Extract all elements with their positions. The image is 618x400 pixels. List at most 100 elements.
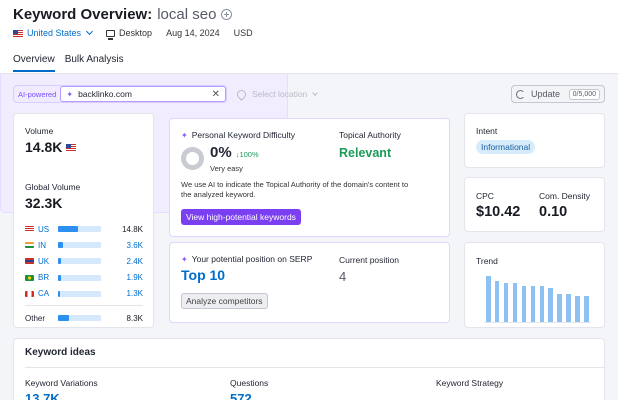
volume-bar-fill: [58, 315, 70, 322]
trend-chart: [484, 275, 591, 323]
date-label: Aug 14, 2024: [166, 28, 220, 38]
trend-bar: [503, 282, 509, 322]
page-title: Keyword Overview:: [13, 6, 153, 23]
country-code[interactable]: CA: [38, 289, 58, 298]
us-flag-icon: [13, 29, 23, 37]
country-code[interactable]: UK: [38, 257, 58, 266]
volume-bar-fill: [58, 290, 60, 297]
uk-flag-icon: [25, 258, 34, 265]
pkd-sublabel: Very easy: [210, 164, 243, 173]
volume-bar-fill: [58, 226, 78, 233]
questions-label: Questions: [230, 378, 269, 388]
trend-bar: [566, 293, 571, 322]
us-flag-icon: [66, 143, 77, 151]
topical-authority-label: Topical Authority: [339, 130, 401, 140]
sparkle-icon: ✦: [181, 254, 188, 264]
volume-bar: [58, 290, 101, 297]
trend-bar: [521, 285, 527, 322]
currency-selector[interactable]: USD: [234, 28, 253, 38]
serp-label: Your potential position on SERP: [191, 254, 313, 264]
keyword-title: local seo: [157, 6, 217, 23]
country-selector[interactable]: United States: [13, 27, 94, 38]
tab-bar: Overview Bulk Analysis: [13, 54, 124, 72]
ai-domain-pill: AI-powered ✦ backlinko.com ✕: [13, 85, 227, 103]
volume-card: Volume 14.8K Global Volume 32.3K US 14.8…: [13, 113, 154, 328]
chevron-down-icon: [85, 27, 94, 36]
refresh-icon: [516, 89, 525, 99]
location-pin-icon: [235, 87, 248, 101]
other-value: 8.3K: [126, 313, 143, 323]
country-code[interactable]: IN: [38, 241, 58, 250]
cpc-value: $10.42: [476, 204, 521, 220]
update-label: Update: [531, 89, 561, 99]
cpc-label: CPC: [476, 191, 494, 201]
domain-input[interactable]: ✦ backlinko.com ✕: [60, 86, 226, 102]
title-row: Keyword Overview: local seo: [13, 6, 233, 23]
pkd-label: Personal Keyword Difficulty: [191, 130, 296, 140]
pkd-title-row: ✦ Personal Keyword Difficulty: [181, 130, 295, 140]
volume-bar-fill: [58, 242, 63, 249]
header-bar: Keyword Overview: local seo United State…: [0, 0, 618, 74]
keyword-variations-value[interactable]: 13.7K: [25, 391, 60, 400]
divider: [25, 367, 604, 368]
trend-bar: [539, 285, 544, 322]
other-label: Other: [25, 313, 46, 323]
list-item: US 14.8K: [25, 221, 143, 237]
analyze-competitors-button[interactable]: Analyze competitors: [181, 293, 268, 309]
device-selector[interactable]: Desktop: [106, 28, 152, 40]
list-item: BR 1.9K: [25, 270, 143, 286]
close-icon[interactable]: ✕: [212, 89, 220, 100]
divider: [25, 304, 143, 306]
cpc-card: CPC $10.42 Com. Density 0.10: [464, 177, 605, 232]
serp-position-card: ✦ Your potential position on SERP Top 10…: [169, 242, 450, 323]
trend-bar: [486, 275, 491, 322]
date-selector[interactable]: Aug 14, 2024: [166, 28, 220, 38]
country-value: 2.4K: [126, 256, 143, 266]
country-value: 3.6K: [126, 240, 143, 250]
trend-bar: [557, 293, 562, 322]
trend-card: Trend: [464, 242, 605, 328]
domain-value: backlinko.com: [78, 89, 132, 99]
in-flag-icon: [25, 242, 34, 249]
view-high-potential-keywords-button[interactable]: View high-potential keywords: [181, 209, 301, 225]
trend-bar: [548, 288, 553, 322]
country-code[interactable]: BR: [38, 273, 58, 282]
sparkle-icon: ✦: [66, 89, 74, 99]
pkd-change: ↓100%: [235, 150, 259, 159]
country-list: US 14.8K IN 3.6K UK 2.4K BR 1.9K CA 1.3K: [25, 221, 143, 326]
desktop-icon: [106, 29, 116, 40]
location-select[interactable]: Select location: [235, 85, 342, 103]
chevron-down-icon: [312, 90, 319, 96]
country-value: 14.8K: [122, 224, 143, 234]
com-density-value: 0.10: [539, 204, 568, 220]
questions-value[interactable]: 572: [230, 391, 252, 400]
tab-overview[interactable]: Overview: [13, 54, 55, 72]
topical-authority-description: We use AI to indicate the Topical Author…: [181, 180, 409, 199]
update-count: 0/5,000: [568, 88, 600, 100]
volume-value: 14.8K: [25, 139, 63, 155]
list-item: CA 1.3K: [25, 286, 143, 302]
volume-bar: [58, 315, 101, 322]
country-label: United States: [27, 28, 82, 38]
update-button[interactable]: Update 0/5,000: [511, 85, 605, 103]
trend-label: Trend: [476, 256, 498, 266]
add-keyword-icon[interactable]: [221, 9, 233, 20]
volume-value-row: 14.8K: [25, 139, 80, 155]
trend-bar: [584, 295, 589, 322]
current-position-label: Current position: [339, 255, 400, 265]
ai-powered-label: AI-powered: [18, 89, 57, 99]
ca-flag-icon: [25, 290, 34, 297]
trend-bar: [530, 285, 536, 322]
intent-label: Intent: [476, 126, 498, 136]
meta-row: United States Desktop Aug 14, 2024 USD: [13, 27, 267, 40]
list-item: UK 2.4K: [25, 253, 143, 269]
serp-value: Top 10: [181, 267, 226, 283]
volume-bar: [58, 242, 101, 249]
tab-bulk-analysis[interactable]: Bulk Analysis: [65, 54, 124, 72]
volume-bar: [58, 258, 101, 265]
keyword-variations-label: Keyword Variations: [25, 378, 98, 388]
location-placeholder: Select location: [252, 89, 308, 99]
country-code[interactable]: US: [38, 225, 58, 234]
sparkle-icon: ✦: [181, 130, 188, 140]
pkd-value: 0%: [210, 144, 232, 161]
